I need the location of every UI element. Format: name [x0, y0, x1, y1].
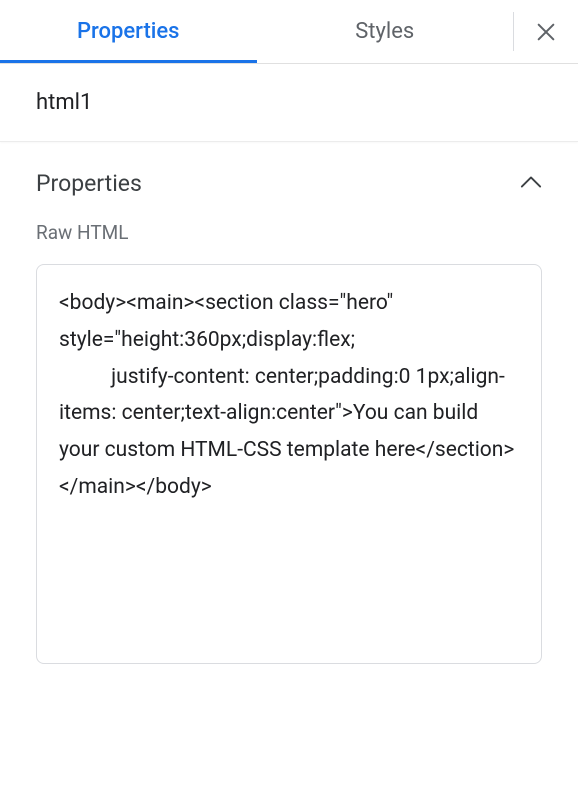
- close-icon: [535, 21, 557, 43]
- section-title: Properties: [36, 170, 142, 197]
- tab-styles[interactable]: Styles: [257, 0, 514, 63]
- element-name-bar: html1: [0, 64, 578, 142]
- tab-properties[interactable]: Properties: [0, 0, 257, 63]
- element-name: html1: [36, 90, 92, 115]
- tab-properties-label: Properties: [77, 19, 180, 44]
- tabs-bar: Properties Styles: [0, 0, 578, 64]
- tabs-group: Properties Styles: [0, 0, 513, 63]
- raw-html-textarea[interactable]: <body><main><section class="hero" style=…: [36, 264, 542, 664]
- close-button[interactable]: [514, 0, 578, 63]
- raw-html-label: Raw HTML: [36, 221, 542, 244]
- chevron-up-icon: [520, 174, 542, 193]
- properties-section: Properties Raw HTML <body><main><section…: [0, 142, 578, 682]
- section-header[interactable]: Properties: [36, 170, 542, 197]
- tab-styles-label: Styles: [355, 19, 414, 44]
